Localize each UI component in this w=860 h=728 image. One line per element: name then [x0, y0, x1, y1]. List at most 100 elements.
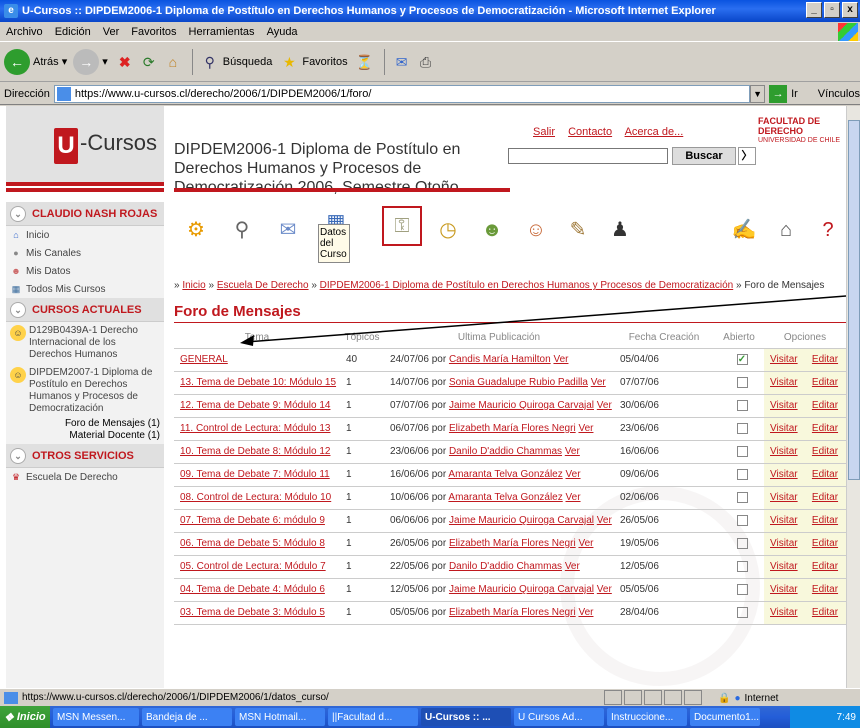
visit-link[interactable]: Visitar [764, 417, 806, 441]
view-post-link[interactable]: Ver [566, 492, 581, 503]
menu-herramientas[interactable]: Herramientas [189, 26, 255, 38]
menu-favoritos[interactable]: Favoritos [131, 26, 176, 38]
visit-link[interactable]: Visitar [764, 578, 806, 602]
author-link[interactable]: Danilo D'addio Chammas [449, 561, 562, 572]
mail-icon[interactable]: ✉ [270, 212, 306, 248]
links-button[interactable]: Vínculos [818, 88, 860, 100]
author-link[interactable]: Elizabeth María Flores Negri [449, 423, 576, 434]
topic-link[interactable]: 05. Control de Lectura: Módulo 7 [174, 555, 340, 579]
logout-link[interactable]: Salir [533, 126, 555, 138]
sidebar-material-link[interactable]: Material Docente (1) [6, 430, 164, 442]
view-post-link[interactable]: Ver [565, 446, 580, 457]
view-post-link[interactable]: Ver [566, 469, 581, 480]
edit-link[interactable]: Editar [805, 578, 846, 602]
site-logo[interactable]: U -Cursos [6, 106, 164, 186]
author-link[interactable]: Danilo D'addio Chammas [449, 446, 562, 457]
sidebar-item-mis-datos[interactable]: ☻ Mis Datos [6, 262, 164, 280]
start-button[interactable]: ❖ Inicio [0, 706, 50, 728]
vertical-scrollbar[interactable] [846, 106, 860, 688]
address-field[interactable]: https://www.u-cursos.cl/derecho/2006/1/D… [53, 84, 751, 103]
open-checkbox[interactable] [736, 560, 748, 572]
faculty-logo[interactable]: FACULTAD DE DERECHO UNIVERSIDAD DE CHILE [758, 116, 846, 144]
taskbar-item[interactable]: Documento1... [690, 708, 760, 726]
menu-ayuda[interactable]: Ayuda [267, 26, 298, 38]
open-checkbox[interactable] [736, 445, 748, 457]
minimize-button[interactable]: _ [806, 2, 822, 18]
search-icon[interactable]: ⚲ [224, 212, 260, 248]
edit-link[interactable]: Editar [805, 394, 846, 418]
visit-link[interactable]: Visitar [764, 463, 806, 487]
taskbar-item[interactable]: Instruccione... [607, 708, 687, 726]
group-icon[interactable]: ☻ [474, 212, 510, 248]
edit-link[interactable]: Editar [805, 440, 846, 464]
edit-link[interactable]: Editar [805, 509, 846, 533]
search-submit-button[interactable]: Buscar [672, 147, 736, 165]
open-checkbox[interactable] [736, 606, 748, 618]
spy-icon[interactable]: ♟ [602, 212, 638, 248]
scroll-icon[interactable]: ✎ [560, 212, 596, 248]
view-post-link[interactable]: Ver [591, 377, 606, 388]
taskbar-item[interactable]: U Cursos Ad... [514, 708, 604, 726]
open-checkbox[interactable] [736, 514, 748, 526]
users-icon[interactable]: ☺ [518, 212, 554, 248]
taskbar-item[interactable]: Bandeja de ... [142, 708, 232, 726]
open-checkbox[interactable] [736, 583, 748, 595]
address-dropdown[interactable]: ▼ [750, 84, 766, 103]
edit-link[interactable]: Editar [805, 371, 846, 395]
visit-link[interactable]: Visitar [764, 555, 806, 579]
forward-button[interactable]: → ▾ [73, 48, 108, 75]
topic-link[interactable]: 09. Tema de Debate 7: Módulo 11 [174, 463, 340, 487]
sidebar-course[interactable]: ☺ DIPDEM2007-1 Diploma de Postítulo en De… [6, 364, 164, 418]
restore-button[interactable]: ▫ [824, 2, 840, 18]
sidebar-item-escuela[interactable]: ♛ Escuela De Derecho [6, 468, 164, 486]
open-checkbox[interactable] [736, 491, 748, 503]
topic-link[interactable]: 11. Control de Lectura: Módulo 13 [174, 417, 340, 441]
topic-link[interactable]: 07. Tema de Debate 6: módulo 9 [174, 509, 340, 533]
close-button[interactable]: x [842, 2, 858, 18]
breadcrumb-inicio[interactable]: Inicio [182, 280, 205, 291]
visit-link[interactable]: Visitar [764, 486, 806, 510]
mail-icon[interactable]: ✉ [391, 51, 413, 73]
taskbar-item[interactable]: ||Facultad d... [328, 708, 418, 726]
open-checkbox[interactable] [736, 468, 748, 480]
sidebar-item-inicio[interactable]: ⌂ Inicio [6, 226, 164, 244]
collapse-icon[interactable]: ⌄ [10, 205, 26, 222]
about-link[interactable]: Acerca de... [625, 126, 684, 138]
open-checkbox[interactable] [736, 537, 748, 549]
topic-link[interactable]: 06. Tema de Debate 5: Módulo 8 [174, 532, 340, 556]
topic-link[interactable]: 04. Tema de Debate 4: Módulo 6 [174, 578, 340, 602]
home-icon[interactable]: ⌂ [768, 212, 804, 248]
edit-icon[interactable]: ✍ [726, 212, 762, 248]
topic-link[interactable]: 12. Tema de Debate 9: Módulo 14 [174, 394, 340, 418]
author-link[interactable]: Sonia Guadalupe Rubio Padilla [449, 377, 588, 388]
view-post-link[interactable]: Ver [565, 561, 580, 572]
topic-link[interactable]: 13. Tema de Debate 10: Módulo 15 [174, 371, 340, 395]
home-icon[interactable]: ⌂ [162, 51, 184, 73]
search-input[interactable] [508, 148, 668, 164]
taskbar-item[interactable]: MSN Hotmail... [235, 708, 325, 726]
edit-link[interactable]: Editar [805, 463, 846, 487]
menu-edicion[interactable]: Edición [55, 26, 91, 38]
visit-link[interactable]: Visitar [764, 440, 806, 464]
back-button[interactable]: ← Atrás ▾ [4, 48, 67, 75]
author-link[interactable]: Amaranta Telva González [448, 492, 562, 503]
menu-ver[interactable]: Ver [103, 26, 120, 38]
search-arrow-button[interactable]: 〉 [738, 147, 756, 165]
open-checkbox[interactable] [736, 376, 748, 388]
visit-link[interactable]: Visitar [764, 601, 806, 625]
go-button[interactable]: → Ir [769, 84, 798, 103]
author-link[interactable]: Jaime Mauricio Quiroga Carvajal [449, 584, 594, 595]
topic-link[interactable]: 08. Control de Lectura: Módulo 10 [174, 486, 340, 510]
open-checkbox[interactable] [736, 422, 748, 434]
sidebar-item-todos-mis-cursos[interactable]: ▦ Todos Mis Cursos [6, 280, 164, 298]
topic-link[interactable]: 03. Tema de Debate 3: Módulo 5 [174, 601, 340, 625]
view-post-link[interactable]: Ver [578, 538, 593, 549]
settings-icon[interactable]: ⚙ [178, 212, 214, 248]
favorites-button[interactable]: ★ Favoritos [278, 51, 348, 73]
view-post-link[interactable]: Ver [597, 515, 612, 526]
view-post-link[interactable]: Ver [578, 423, 593, 434]
edit-link[interactable]: Editar [805, 486, 846, 510]
contact-link[interactable]: Contacto [568, 126, 612, 138]
menu-archivo[interactable]: Archivo [6, 26, 43, 38]
visit-link[interactable]: Visitar [764, 532, 806, 556]
